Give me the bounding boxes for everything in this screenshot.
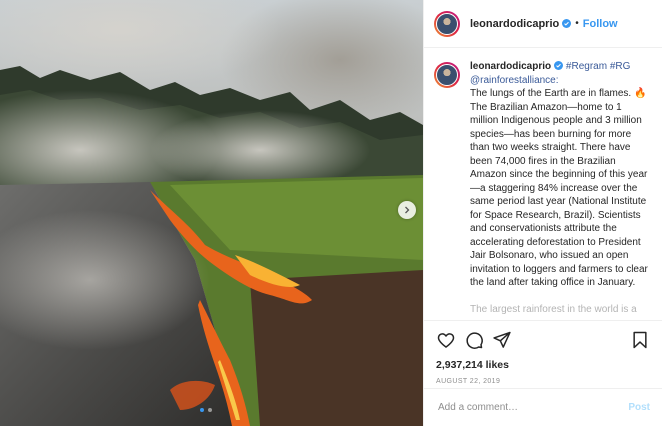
comment-icon[interactable]	[464, 330, 484, 350]
caption-username[interactable]: leonardodicaprio	[470, 61, 551, 72]
header-username[interactable]: leonardodicaprio	[470, 18, 572, 30]
header-separator: •	[575, 18, 579, 29]
post-sidebar: leonardodicaprio • Follow leonardodicapr…	[423, 0, 662, 426]
post-date: AUGUST 22, 2019	[436, 378, 501, 385]
caption-faded-line: The largest rainforest in the world is a	[470, 304, 637, 315]
carousel-next-button[interactable]	[398, 201, 416, 219]
comment-input[interactable]	[436, 401, 629, 414]
carousel-indicator	[200, 408, 212, 412]
avatar[interactable]	[434, 10, 460, 37]
post-photo[interactable]	[0, 0, 423, 426]
verified-badge-icon	[554, 61, 564, 70]
carousel-dot	[208, 408, 212, 412]
comment-bar: Post	[424, 388, 662, 426]
caption-area[interactable]: leonardodicaprio #Regram #RG @rainforest…	[424, 48, 662, 320]
instagram-post: leonardodicaprio • Follow leonardodicapr…	[0, 0, 662, 426]
post-comment-button[interactable]: Post	[628, 402, 650, 413]
caption-text: leonardodicaprio #Regram #RG @rainforest…	[470, 60, 648, 317]
chevron-right-icon	[405, 206, 410, 214]
caption-paragraph-1: The lungs of the Earth are in flames.	[470, 88, 632, 99]
action-icons	[424, 321, 662, 351]
carousel-dot-active	[200, 408, 204, 412]
verified-badge-icon	[562, 18, 572, 28]
burning-forest-photo	[0, 0, 423, 426]
fire-emoji-icon: 🔥	[633, 88, 647, 99]
caption-paragraph-2: The Brazilian Amazon—home to 1 million I…	[470, 101, 648, 289]
likes-count[interactable]: 2,937,214 likes	[424, 351, 662, 371]
heart-icon[interactable]	[436, 330, 456, 350]
post-header: leonardodicaprio • Follow	[424, 0, 662, 48]
caption-avatar[interactable]	[434, 62, 460, 88]
follow-button[interactable]: Follow	[583, 18, 618, 30]
bookmark-icon[interactable]	[630, 330, 650, 350]
paper-plane-icon[interactable]	[492, 330, 512, 350]
caption: leonardodicaprio #Regram #RG @rainforest…	[424, 48, 662, 317]
